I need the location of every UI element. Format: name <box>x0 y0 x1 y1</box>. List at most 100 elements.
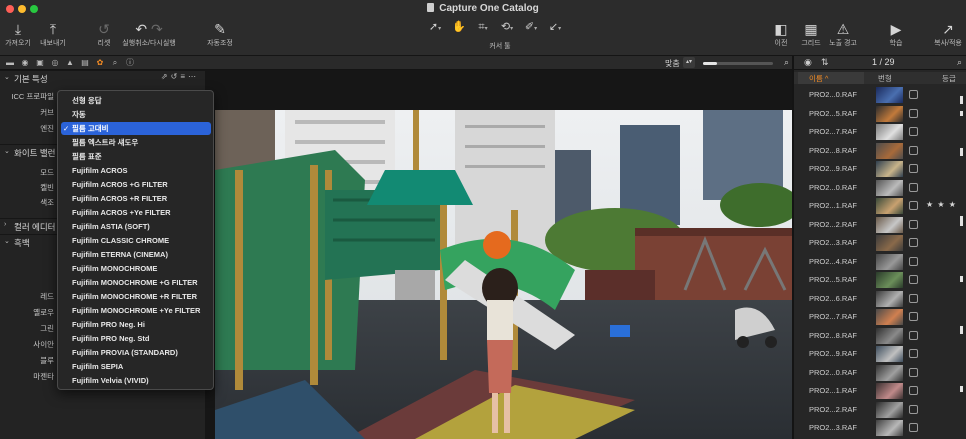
curve-menu-item[interactable]: Fujifilm MONOCHROME +Ye FILTER <box>61 304 211 317</box>
thumbnail[interactable] <box>876 235 903 251</box>
pan-hand-icon[interactable]: ✋ <box>448 18 470 36</box>
export-button[interactable]: ⤒ 내보내기 <box>38 20 68 48</box>
thumbnail[interactable] <box>876 290 903 307</box>
auto-adjust-button[interactable]: ✎ 자동조정 <box>203 20 237 48</box>
info-tab-icon[interactable]: ⓘ <box>124 57 136 68</box>
browser-row[interactable]: PRO2...8.RAF <box>794 327 966 345</box>
browser-row[interactable]: PRO2...7.RAF <box>794 123 966 141</box>
curve-menu-item[interactable]: Fujifilm ASTIA (SOFT) <box>61 220 211 233</box>
curve-menu-item[interactable]: Fujifilm PROVIA (STANDARD) <box>61 346 211 359</box>
curve-menu-item[interactable]: 필름 표준 <box>61 150 211 163</box>
browser-row[interactable]: PRO2...3.RAF <box>794 234 966 252</box>
thumbnail[interactable] <box>876 253 903 270</box>
thumbnail[interactable] <box>876 161 903 177</box>
thumbnail[interactable] <box>876 105 903 122</box>
folder-tab-icon[interactable]: ▬ <box>4 57 16 68</box>
thumbnail[interactable] <box>876 364 903 381</box>
select-checkbox[interactable] <box>909 108 918 118</box>
browser-row[interactable]: PRO2...2.RAF <box>794 216 966 234</box>
thumbnail[interactable] <box>876 198 903 214</box>
section-actions-icon[interactable]: ⇗↺≡⋯ <box>161 72 199 81</box>
thumbnail[interactable] <box>876 327 903 344</box>
select-checkbox[interactable] <box>909 275 918 284</box>
crop-icon[interactable]: ⌗▾ <box>472 18 494 36</box>
browser-row[interactable]: PRO2...0.RAF <box>794 364 966 382</box>
select-checkbox[interactable] <box>909 219 918 229</box>
zoom-fit-label[interactable]: 맞춤 <box>665 58 680 69</box>
thumbnail[interactable] <box>876 420 903 436</box>
curve-menu-item[interactable]: Fujifilm ACROS <box>61 164 211 177</box>
thumbnail[interactable] <box>876 216 903 233</box>
select-checkbox[interactable] <box>909 330 918 340</box>
import-button[interactable]: ⤓ 가져오기 <box>4 20 32 48</box>
lens-tab-icon[interactable]: ▣ <box>34 57 46 68</box>
thumbnail[interactable] <box>876 142 903 159</box>
exposure-warning-button[interactable]: ⚠ 노출 경고 <box>826 20 860 48</box>
curve-menu-item[interactable]: Fujifilm MONOCHROME +G FILTER <box>61 276 211 289</box>
learn-button[interactable]: ▶ 학습 <box>884 20 908 48</box>
browser-row[interactable]: PRO2...6.RAF <box>794 290 966 308</box>
thumbnail[interactable] <box>876 87 903 103</box>
browser-row[interactable]: PRO2...1.RAF ★ ★ ★ <box>794 197 966 215</box>
pointer-tools-icon[interactable]: ↙▾ <box>544 18 566 36</box>
curve-menu-item[interactable]: ✓ 필름 고대비 <box>61 122 211 135</box>
thumbnail[interactable] <box>876 383 903 399</box>
curve-menu-item[interactable]: Fujifilm ETERNA (CINEMA) <box>61 248 211 261</box>
star-rating[interactable]: ★ ★ ★ <box>926 200 957 209</box>
select-checkbox[interactable] <box>909 90 918 99</box>
browser-row[interactable]: PRO2...2.RAF <box>794 401 966 419</box>
grid-button[interactable]: ▦ 그리드 <box>798 20 824 48</box>
browser-row[interactable]: PRO2...8.RAF <box>794 142 966 160</box>
before-button[interactable]: ◧ 이전 <box>770 20 792 48</box>
search-tab-icon[interactable]: ⌕ <box>109 57 121 68</box>
magnifier-icon[interactable]: ⌕ <box>784 57 789 68</box>
details-tab-icon[interactable]: ▤ <box>79 57 91 68</box>
thumbnail[interactable] <box>876 309 903 325</box>
curve-menu-item[interactable]: Fujifilm PRO Neg. Std <box>61 332 211 345</box>
curve-menu-item[interactable]: Fujifilm CLASSIC CHROME <box>61 234 211 247</box>
browser-row[interactable]: PRO2...5.RAF <box>794 105 966 123</box>
thumbnail[interactable] <box>876 272 903 288</box>
thumbnail[interactable] <box>876 179 903 196</box>
reset-button[interactable]: ↺ 리셋 <box>92 20 116 48</box>
select-checkbox[interactable] <box>909 182 918 192</box>
zoom-slider[interactable] <box>703 62 773 65</box>
select-checkbox[interactable] <box>909 404 918 414</box>
select-checkbox[interactable] <box>909 312 918 321</box>
curve-menu-item[interactable]: 선형 응답 <box>61 94 211 107</box>
select-checkbox[interactable] <box>909 201 918 210</box>
select-checkbox[interactable] <box>909 293 918 303</box>
search-icon[interactable]: ⌕ <box>957 57 962 68</box>
capture-tab-icon[interactable]: ◉ <box>19 57 31 68</box>
browser-row[interactable]: PRO2...0.RAF <box>794 179 966 197</box>
rotate-icon[interactable]: ⟲▾ <box>496 18 518 36</box>
copy-apply-button[interactable]: ↗ 복사/적용 <box>930 20 966 48</box>
select-checkbox[interactable] <box>909 238 918 247</box>
sort-icon[interactable]: ⇅ <box>821 57 829 68</box>
select-checkbox[interactable] <box>909 423 918 432</box>
curve-menu-item[interactable]: Fujifilm ACROS +Ye FILTER <box>61 206 211 219</box>
select-checkbox[interactable] <box>909 367 918 377</box>
browser-row[interactable]: PRO2...1.RAF <box>794 382 966 400</box>
select-cursor-icon[interactable]: ➚▾ <box>424 18 446 36</box>
select-checkbox[interactable] <box>909 127 918 136</box>
select-checkbox[interactable] <box>909 256 918 266</box>
column-rating[interactable]: 등급 <box>942 73 956 84</box>
select-checkbox[interactable] <box>909 145 918 155</box>
main-photo[interactable] <box>215 110 792 439</box>
eye-icon[interactable]: ◉ <box>804 57 812 68</box>
adjust-tab-icon[interactable]: ◎ <box>49 57 61 68</box>
picker-icon[interactable]: ✐▾ <box>520 18 542 36</box>
curve-menu-item[interactable]: Fujifilm MONOCHROME +R FILTER <box>61 290 211 303</box>
zoom-dropdown-icon[interactable]: ▴▾ <box>683 57 695 68</box>
column-name[interactable]: 이름 ^ <box>809 73 828 84</box>
curve-menu-item[interactable]: 자동 <box>61 108 211 121</box>
browser-row[interactable]: PRO2...9.RAF <box>794 345 966 363</box>
column-number[interactable]: 번형 <box>878 73 892 84</box>
curve-menu-item[interactable]: Fujifilm SEPIA <box>61 360 211 373</box>
curve-menu-item[interactable]: 필름 엑스트라 섀도우 <box>61 136 211 149</box>
browser-row[interactable]: PRO2...9.RAF <box>794 160 966 178</box>
thumbnail[interactable] <box>876 124 903 140</box>
select-checkbox[interactable] <box>909 386 918 395</box>
curve-menu-item[interactable]: Fujifilm ACROS +G FILTER <box>61 178 211 191</box>
